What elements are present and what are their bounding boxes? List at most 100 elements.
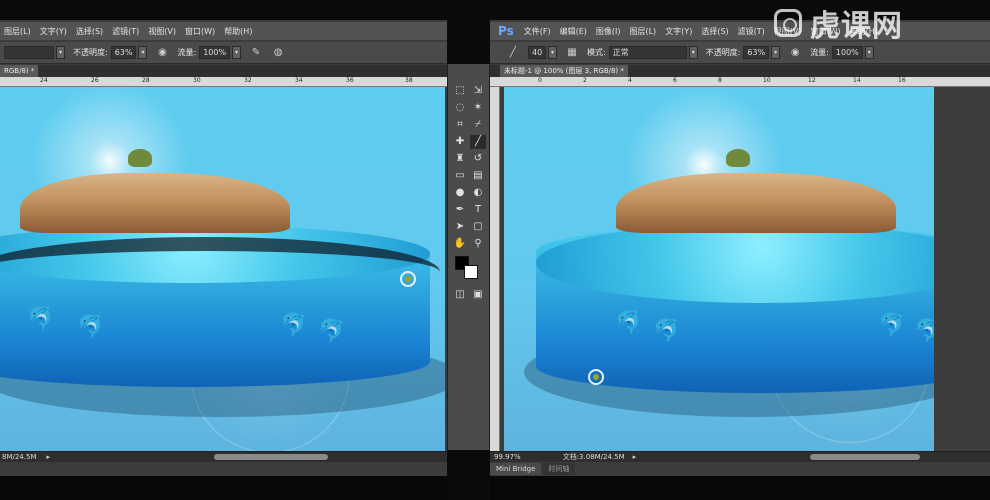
ruler-tick: 4 [628,77,632,84]
blur-icon[interactable]: ● [452,186,468,200]
healing-icon[interactable]: ✚ [452,135,468,149]
flow-dropdown-arrow[interactable]: ▾ [864,46,874,59]
bottom-panel-bar [0,463,447,475]
bottom-strip [490,476,990,500]
horizontal-ruler: 24 26 28 30 32 34 36 38 [0,77,447,87]
opacity-field[interactable]: 63% [110,46,137,59]
type-icon[interactable]: T [470,203,486,217]
flow-label: 流量: [810,48,829,57]
dodge-icon[interactable]: ◐ [470,186,486,200]
options-bar: ╱ 40 ▾ ▦ 模式: 正常 ▾ 不透明度: 63% ▾ ◉ 流量: 100%… [490,42,990,64]
pressure-opacity-icon[interactable]: ◉ [155,46,169,60]
screen-mode-icon[interactable]: ▣ [470,288,486,302]
mode-label: 模式: [587,48,606,57]
menu-select[interactable]: 选择(S) [701,26,728,37]
opacity-dropdown-arrow[interactable]: ▾ [771,46,781,59]
gradient-icon[interactable]: ▤ [470,169,486,183]
ruler-tick: 24 [40,77,48,84]
zoom-icon[interactable]: ⚲ [470,237,486,251]
opacity-dropdown-arrow[interactable]: ▾ [138,46,148,59]
opacity-field[interactable]: 63% [743,46,770,59]
menu-image[interactable]: 图像(I) [596,26,621,37]
marquee-icon[interactable]: ⬚ [452,84,468,98]
dolphin-icon: 🐬 [652,316,684,347]
document-tab[interactable]: RGB/8) * [0,65,39,77]
menu-filter[interactable]: 滤镜(T) [112,26,139,37]
bottom-strip [0,476,447,500]
pressure-opacity-icon[interactable]: ◉ [788,46,802,60]
brush-size-field[interactable]: 40 [528,46,546,59]
right-photoshop-window: Ps 文件(F) 编辑(E) 图像(I) 图层(L) 文字(Y) 选择(S) 滤… [490,0,990,500]
menu-file[interactable]: 文件(F) [524,26,551,37]
ruler-tick: 32 [244,77,252,84]
status-arrow-icon[interactable]: ▸ [46,453,50,461]
eraser-icon[interactable]: ▭ [452,169,468,183]
menu-layer[interactable]: 图层(L) [4,26,31,37]
clone-stamp-icon[interactable]: ♜ [452,152,468,166]
move-icon[interactable]: ⇲ [470,84,486,98]
flow-field[interactable]: 100% [199,46,231,59]
canvas-left[interactable]: 🐬 🐬 🐬 🐬 [0,87,445,451]
bottom-panel-bar: Mini Bridge 时间轴 [490,463,990,475]
menu-window[interactable]: 窗口(W) [185,26,215,37]
brush-panel-icon[interactable]: ▦ [565,46,579,60]
menu-help[interactable]: 帮助(H) [224,26,252,37]
history-brush-icon[interactable]: ↺ [470,152,486,166]
dolphin-icon: 🐬 [76,312,108,343]
ruler-tick: 30 [193,77,201,84]
watermark-logo-icon [774,9,802,37]
flow-dropdown-arrow[interactable]: ▾ [232,46,242,59]
menu-layer[interactable]: 图层(L) [629,26,656,37]
brush-preset-arrow[interactable]: ▾ [548,46,557,59]
pen-icon[interactable]: ✒ [452,203,468,217]
quick-mask-icon[interactable]: ◫ [452,288,468,302]
island-tree [726,149,750,167]
flow-label: 流量: [177,48,197,57]
toolbox-panel: ⬚ ⇲ ◌ ✶ ⌗ ⌿ ✚ ╱ ♜ ↺ ▭ ▤ ● ◐ ✒ T ➤ ▢ ✋ ⚲ … [447,64,490,450]
document-size: 8M/24.5M [2,453,37,461]
pressure-size-icon[interactable]: ◍ [271,46,285,60]
status-bar: 99.97% 文档:3.08M/24.5M ▸ [490,451,990,462]
zoom-level[interactable]: 99.97% [494,453,521,461]
dolphin-icon: 🐬 [318,319,346,344]
shape-icon[interactable]: ▢ [470,220,486,234]
mode-select[interactable] [4,46,54,59]
mode-dropdown-arrow[interactable]: ▾ [56,46,65,59]
hand-icon[interactable]: ✋ [452,237,468,251]
document-tab[interactable]: 未标题-1 @ 100% (图层 3, RGB/8) * [500,65,628,77]
airbrush-icon[interactable]: ✎ [249,46,263,60]
menu-select[interactable]: 选择(S) [76,26,103,37]
crop-icon[interactable]: ⌗ [452,118,468,132]
document-tab-bar: 未标题-1 @ 100% (图层 3, RGB/8) * [490,65,990,77]
brush-tool-icon[interactable]: ╱ [506,46,520,60]
background-color-swatch[interactable] [464,265,478,279]
menu-type[interactable]: 文字(Y) [665,26,692,37]
canvas-right[interactable]: 🐬 🐬 🐬 🐬 [504,87,934,451]
status-arrow-icon[interactable]: ▸ [633,453,637,461]
brush-icon[interactable]: ╱ [470,135,486,149]
dolphin-icon: 🐬 [914,319,934,344]
horizontal-scrollbar[interactable] [810,454,920,460]
menu-view[interactable]: 视图(V) [148,26,176,37]
menu-filter[interactable]: 滤镜(T) [738,26,765,37]
island-tree [128,149,152,167]
menu-edit[interactable]: 编辑(E) [560,26,587,37]
eyedropper-icon[interactable]: ⌿ [470,118,486,132]
timeline-tab[interactable]: 时间轴 [542,463,576,475]
ruler-tick: 28 [142,77,150,84]
brush-cursor-icon [400,271,416,287]
magic-wand-icon[interactable]: ✶ [470,101,486,115]
opacity-label: 不透明度: [705,48,741,57]
mode-dropdown-arrow[interactable]: ▾ [688,46,698,59]
mini-bridge-tab[interactable]: Mini Bridge [490,463,542,475]
flow-field[interactable]: 100% [831,46,863,59]
rock-island [20,173,290,233]
options-bar: ▾ 不透明度: 63% ▾ ◉ 流量: 100% ▾ ✎ ◍ [0,42,447,64]
ruler-tick: 8 [718,77,722,84]
mode-select[interactable]: 正常 [608,46,687,59]
brush-cursor-icon [588,369,604,385]
lasso-icon[interactable]: ◌ [452,101,468,115]
menu-type[interactable]: 文字(Y) [40,26,67,37]
horizontal-scrollbar[interactable] [214,454,328,460]
path-select-icon[interactable]: ➤ [452,220,468,234]
